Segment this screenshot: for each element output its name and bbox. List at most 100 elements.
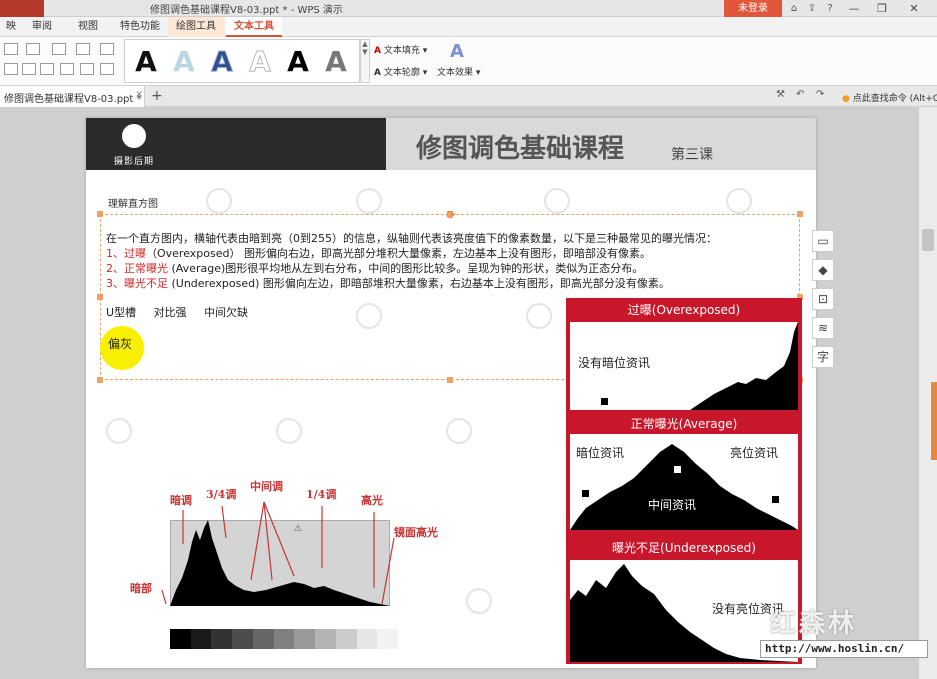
resize-handle[interactable] — [97, 294, 103, 300]
tonal-gradient-bar — [170, 629, 399, 649]
tab-text-tools[interactable]: 文本工具 — [226, 17, 282, 37]
label-high-contrast[interactable]: 对比强 — [154, 306, 187, 319]
minimize-button[interactable]: — — [840, 0, 868, 17]
tab-drawing-tools[interactable]: 绘图工具 — [168, 17, 224, 37]
shape-outline-button[interactable]: ▭ — [812, 230, 834, 252]
annotation-lines — [161, 501, 395, 605]
overexposed-histogram: 没有暗位资讯 — [570, 322, 798, 410]
resize-handle[interactable] — [797, 211, 803, 217]
highlight-info-label: 亮位资讯 — [730, 446, 779, 460]
text-fill-icon: A — [374, 46, 381, 56]
watermark-logo — [446, 418, 472, 444]
lesson-label: 第三课 — [671, 147, 713, 163]
floating-side-toolbar: ▭ ◆ ⊡ ≋ 字 — [812, 230, 836, 370]
overexposed-line[interactable]: 1、过曝（Overexposed） 图形偏向右边，即高光部分堆积大量像素，左边基… — [106, 245, 651, 261]
redo-icon[interactable]: ↷ — [816, 89, 824, 100]
watermark-logo — [466, 588, 492, 614]
logo-icon — [122, 124, 146, 148]
text-style-black[interactable]: A — [127, 43, 165, 81]
bullets-button[interactable] — [52, 43, 66, 55]
watermark-brand: 红森林 — [770, 609, 858, 639]
text-effect-icon[interactable]: A — [450, 41, 464, 62]
shape-style-button[interactable]: ⊡ — [812, 288, 834, 310]
resize-handle[interactable] — [97, 211, 103, 217]
close-tab-icon[interactable]: × — [135, 89, 143, 100]
text-fill-dropdown[interactable]: A 文本填充 ▾ — [374, 43, 427, 56]
overexposed-title: 过曝(Overexposed) — [627, 303, 741, 317]
slide-canvas[interactable]: 摄影后期 修图调色基础课程 第三课 理解直方图 ⟳ 在一个直方图内，横轴代表由暗… — [86, 118, 816, 668]
histogram-type-labels: U型槽 对比强 中间欠缺 — [106, 304, 262, 320]
new-tab-button[interactable]: + — [151, 88, 163, 104]
ribbon-tabs: 映 审阅 视图 特色功能 绘图工具 文本工具 — [0, 17, 937, 37]
vertical-scrollbar[interactable] — [918, 107, 937, 679]
text-tool-button[interactable]: 字 — [812, 346, 834, 368]
text-outline-dropdown[interactable]: A 文本轮廓 ▾ — [374, 65, 427, 78]
text-style-gray[interactable]: A — [317, 43, 355, 81]
text-style-blue-outline[interactable]: A — [203, 43, 241, 81]
watermark-logo — [726, 188, 752, 214]
text-style-light-blue[interactable]: A — [165, 43, 203, 81]
share-icon[interactable]: ⇪ — [804, 0, 820, 17]
line-spacing-button[interactable] — [26, 43, 40, 55]
text-direction-button[interactable] — [100, 63, 114, 75]
fill-color-button[interactable]: ◆ — [812, 259, 834, 281]
exposure-examples-panel: 过曝(Overexposed) 没有暗位资讯 正常曝光(Average) 暗位资… — [566, 298, 802, 664]
midtone-info-label: 中间资讯 — [648, 498, 697, 512]
tab-special[interactable]: 特色功能 — [112, 17, 168, 37]
login-button[interactable]: 未登录 — [724, 0, 782, 17]
gallery-scroll[interactable]: ▲ ▼ — [360, 39, 370, 83]
logo-text: 摄影后期 — [114, 157, 155, 167]
tab-review[interactable]: 审阅 — [24, 17, 60, 37]
window-title: 修图调色基础课程V8-03.ppt * - WPS 演示 — [150, 5, 343, 16]
tab-slideshow[interactable]: 映 — [0, 17, 24, 37]
no-shadow-info-label: 没有暗位资讯 — [578, 356, 651, 370]
lightbulb-icon: ● — [842, 94, 850, 104]
text-effect-dropdown[interactable]: 文本效果 ▾ — [437, 65, 480, 78]
scrollbar-thumb[interactable] — [922, 229, 934, 251]
close-button[interactable]: ✕ — [900, 0, 928, 17]
underexposed-line[interactable]: 3、曝光不足 (Underexposed) 图形偏向左边，即暗部堆积大量像素，右… — [106, 275, 670, 291]
numbering-button[interactable] — [76, 43, 90, 55]
align-center-button[interactable] — [22, 63, 36, 75]
underexposed-title: 曝光不足(Underexposed) — [612, 541, 756, 555]
wps-menu-button[interactable] — [0, 0, 44, 17]
average-line[interactable]: 2、正常曝光 (Average)图形很平均地从左到右分布，中间的图形比较多。呈现… — [106, 260, 643, 276]
shadow-info-label: 暗位资讯 — [576, 446, 625, 460]
annotation-midtone: 中间调 — [250, 480, 283, 493]
logo-banner: 摄影后期 — [86, 118, 386, 170]
watermark-logo — [106, 418, 132, 444]
indent-button[interactable] — [4, 43, 18, 55]
columns-button[interactable] — [100, 43, 114, 55]
section-subtitle: 理解直方图 — [108, 199, 158, 210]
label-u-shape[interactable]: U型槽 — [106, 306, 136, 319]
text-style-white-outline[interactable]: A — [241, 43, 279, 81]
restore-button[interactable]: ❐ — [868, 0, 896, 17]
command-search[interactable]: ● 点此查找命令 (Alt+Q) — [842, 91, 937, 104]
skin-icon[interactable]: ⌂ — [786, 0, 802, 17]
document-tab-bar: 修图调色基础课程V8-03.ppt * × + ⚒ ↶ ↷ ● 点此查找命令 (… — [0, 86, 937, 107]
label-grayish[interactable]: 偏灰 — [108, 335, 132, 352]
help-icon[interactable]: ? — [822, 0, 838, 17]
document-tab[interactable]: 修图调色基础课程V8-03.ppt * × — [0, 86, 145, 107]
distributed-button[interactable] — [80, 63, 94, 75]
resize-handle[interactable] — [447, 377, 453, 383]
document-tab-label: 修图调色基础课程V8-03.ppt * — [4, 94, 142, 105]
resize-handle[interactable] — [97, 377, 103, 383]
ribbon-toolbar: A A A A A A ▲ ▼ A 文本填充 ▾ A 文本轮廓 ▾ A 文本效果 … — [0, 37, 937, 86]
scrollbar-marker — [931, 382, 937, 460]
watermark-url: http://www.hoslin.cn/ — [760, 640, 928, 658]
watermark-logo — [276, 418, 302, 444]
undo-icon[interactable]: ↶ — [796, 89, 804, 100]
watermark-logo — [356, 188, 382, 214]
format-painter-icon[interactable]: ⚒ — [776, 89, 785, 100]
justify-button[interactable] — [60, 63, 74, 75]
title-banner: 修图调色基础课程 第三课 — [386, 118, 816, 170]
layers-button[interactable]: ≋ — [812, 317, 834, 339]
label-mid-lacking[interactable]: 中间欠缺 — [204, 306, 248, 319]
align-right-button[interactable] — [40, 63, 54, 75]
align-left-button[interactable] — [4, 63, 18, 75]
rotate-handle-icon[interactable]: ⟳ — [446, 208, 456, 222]
text-style-bold-black[interactable]: A — [279, 43, 317, 81]
intro-paragraph[interactable]: 在一个直方图内，横轴代表由暗到亮（0到255）的信息，纵轴则代表该亮度值下的像素… — [106, 230, 717, 246]
tab-view[interactable]: 视图 — [70, 17, 106, 37]
